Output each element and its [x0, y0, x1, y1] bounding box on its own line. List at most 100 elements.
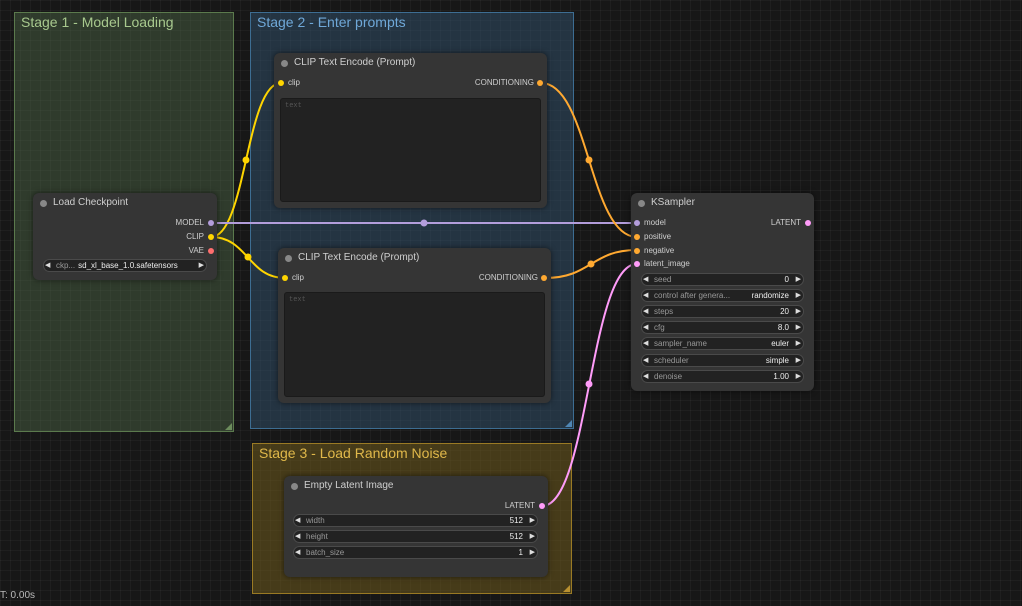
- arrow-left-icon[interactable]: ◀: [295, 515, 300, 526]
- prompt-textarea[interactable]: text: [284, 292, 545, 397]
- output-slot-dot[interactable]: [541, 275, 547, 281]
- widget-label: height: [306, 532, 328, 541]
- wire-midpoint: [420, 219, 428, 227]
- widget-value: simple: [765, 356, 789, 365]
- input-slot-dot[interactable]: [278, 80, 284, 86]
- arrow-right-icon[interactable]: ▶: [796, 338, 801, 349]
- input-slot-dot[interactable]: [282, 275, 288, 281]
- widget-value: 512: [509, 516, 523, 525]
- scheduler-widget[interactable]: ◀ scheduler simple ▶: [641, 354, 804, 367]
- collapse-dot-icon[interactable]: [291, 483, 298, 490]
- arrow-right-icon[interactable]: ▶: [796, 274, 801, 285]
- empty-latent-image-node[interactable]: Empty Latent Image LATENT ◀ width 512 ▶ …: [284, 476, 548, 577]
- output-model-label: MODEL: [175, 218, 204, 227]
- arrow-right-icon[interactable]: ▶: [796, 371, 801, 382]
- widget-value: 1: [518, 548, 523, 557]
- ckpt-name-select[interactable]: ◀ ckp... sd_xl_base_1.0.safetensors ▶: [43, 259, 207, 272]
- input-latent-image-label: latent_image: [644, 259, 690, 268]
- node-title[interactable]: CLIP Text Encode (Prompt): [274, 53, 547, 73]
- output-slot-dot[interactable]: [208, 220, 214, 226]
- collapse-dot-icon[interactable]: [281, 60, 288, 67]
- clip-text-encode-positive-node[interactable]: CLIP Text Encode (Prompt) clip CONDITION…: [274, 53, 547, 208]
- collapse-dot-icon[interactable]: [40, 200, 47, 207]
- node-title[interactable]: Load Checkpoint: [33, 193, 217, 213]
- arrow-left-icon[interactable]: ◀: [295, 547, 300, 558]
- width-widget[interactable]: ◀ width 512 ▶: [293, 514, 538, 527]
- wire-midpoint: [244, 253, 252, 261]
- wire-midpoint: [585, 156, 593, 164]
- load-checkpoint-node[interactable]: Load Checkpoint MODEL CLIP VAE ◀ ckp... s…: [33, 193, 217, 280]
- arrow-left-icon[interactable]: ◀: [643, 322, 648, 333]
- widget-value: randomize: [751, 291, 789, 300]
- arrow-right-icon[interactable]: ▶: [796, 306, 801, 317]
- wire-midpoint: [587, 260, 595, 268]
- collapse-dot-icon[interactable]: [285, 255, 292, 262]
- node-title-text: CLIP Text Encode (Prompt): [298, 252, 420, 263]
- height-widget[interactable]: ◀ height 512 ▶: [293, 530, 538, 543]
- arrow-right-icon[interactable]: ▶: [796, 322, 801, 333]
- input-slot-dot[interactable]: [634, 234, 640, 240]
- input-slot-dot[interactable]: [634, 261, 640, 267]
- collapse-dot-icon[interactable]: [638, 200, 645, 207]
- widget-value: 512: [509, 532, 523, 541]
- clip-text-encode-negative-node[interactable]: CLIP Text Encode (Prompt) clip CONDITION…: [278, 248, 551, 403]
- input-model-label: model: [644, 218, 666, 227]
- node-title[interactable]: CLIP Text Encode (Prompt): [278, 248, 551, 268]
- prompt-textarea[interactable]: text: [280, 98, 541, 202]
- wire-midpoint: [585, 380, 593, 388]
- input-slot-dot[interactable]: [634, 248, 640, 254]
- denoise-widget[interactable]: ◀ denoise 1.00 ▶: [641, 370, 804, 383]
- input-clip-label: clip: [288, 78, 301, 87]
- arrow-left-icon[interactable]: ◀: [643, 371, 648, 382]
- execution-timer: T: 0.00s: [0, 590, 36, 601]
- node-title[interactable]: KSampler: [631, 193, 814, 213]
- output-latent-label: LATENT: [504, 501, 535, 510]
- arrow-right-icon[interactable]: ▶: [796, 290, 801, 301]
- batch-size-widget[interactable]: ◀ batch_size 1 ▶: [293, 546, 538, 559]
- arrow-right-icon[interactable]: ▶: [199, 260, 204, 271]
- arrow-left-icon[interactable]: ◀: [643, 274, 648, 285]
- output-latent-label: LATENT: [770, 218, 801, 227]
- arrow-right-icon[interactable]: ▶: [530, 547, 535, 558]
- widget-label: ckp... sd_xl_base_1.0.safetensors: [56, 261, 178, 270]
- arrow-left-icon[interactable]: ◀: [643, 290, 648, 301]
- wire-midpoint: [242, 156, 250, 164]
- arrow-left-icon[interactable]: ◀: [45, 260, 50, 271]
- output-slot-dot[interactable]: [805, 220, 811, 226]
- control-after-generate-widget[interactable]: ◀ control after genera... randomize ▶: [641, 289, 804, 302]
- sampler-name-widget[interactable]: ◀ sampler_name euler ▶: [641, 337, 804, 350]
- widget-label: seed: [654, 275, 672, 284]
- arrow-left-icon[interactable]: ◀: [643, 306, 648, 317]
- arrow-left-icon[interactable]: ◀: [643, 355, 648, 366]
- steps-widget[interactable]: ◀ steps 20 ▶: [641, 305, 804, 318]
- widget-label: width: [306, 516, 325, 525]
- widget-label: cfg: [654, 323, 665, 332]
- output-conditioning-label: CONDITIONING: [478, 273, 538, 282]
- widget-value: 20: [780, 307, 789, 316]
- output-clip-label: CLIP: [186, 232, 204, 241]
- widget-value: 8.0: [777, 323, 789, 332]
- output-slot-dot[interactable]: [539, 503, 545, 509]
- output-slot-dot[interactable]: [537, 80, 543, 86]
- arrow-right-icon[interactable]: ▶: [530, 515, 535, 526]
- output-slot-dot[interactable]: [208, 234, 214, 240]
- node-title[interactable]: Empty Latent Image: [284, 476, 548, 496]
- widget-label: scheduler: [654, 356, 689, 365]
- input-negative-label: negative: [644, 246, 675, 255]
- output-conditioning-label: CONDITIONING: [474, 78, 534, 87]
- arrow-left-icon[interactable]: ◀: [643, 338, 648, 349]
- output-vae-label: VAE: [188, 246, 204, 255]
- arrow-right-icon[interactable]: ▶: [530, 531, 535, 542]
- widget-value: sd_xl_base_1.0.safetensors: [78, 261, 178, 270]
- widget-label: denoise: [654, 372, 683, 381]
- output-slot-dot[interactable]: [208, 248, 214, 254]
- input-slot-dot[interactable]: [634, 220, 640, 226]
- ksampler-node[interactable]: KSampler model LATENT positive negative …: [631, 193, 814, 391]
- cfg-widget[interactable]: ◀ cfg 8.0 ▶: [641, 321, 804, 334]
- arrow-left-icon[interactable]: ◀: [295, 531, 300, 542]
- node-title-text: CLIP Text Encode (Prompt): [294, 57, 416, 68]
- arrow-right-icon[interactable]: ▶: [796, 355, 801, 366]
- widget-label: steps: [654, 307, 674, 316]
- seed-widget[interactable]: ◀ seed 0 ▶: [641, 273, 804, 286]
- input-clip-label: clip: [292, 273, 305, 282]
